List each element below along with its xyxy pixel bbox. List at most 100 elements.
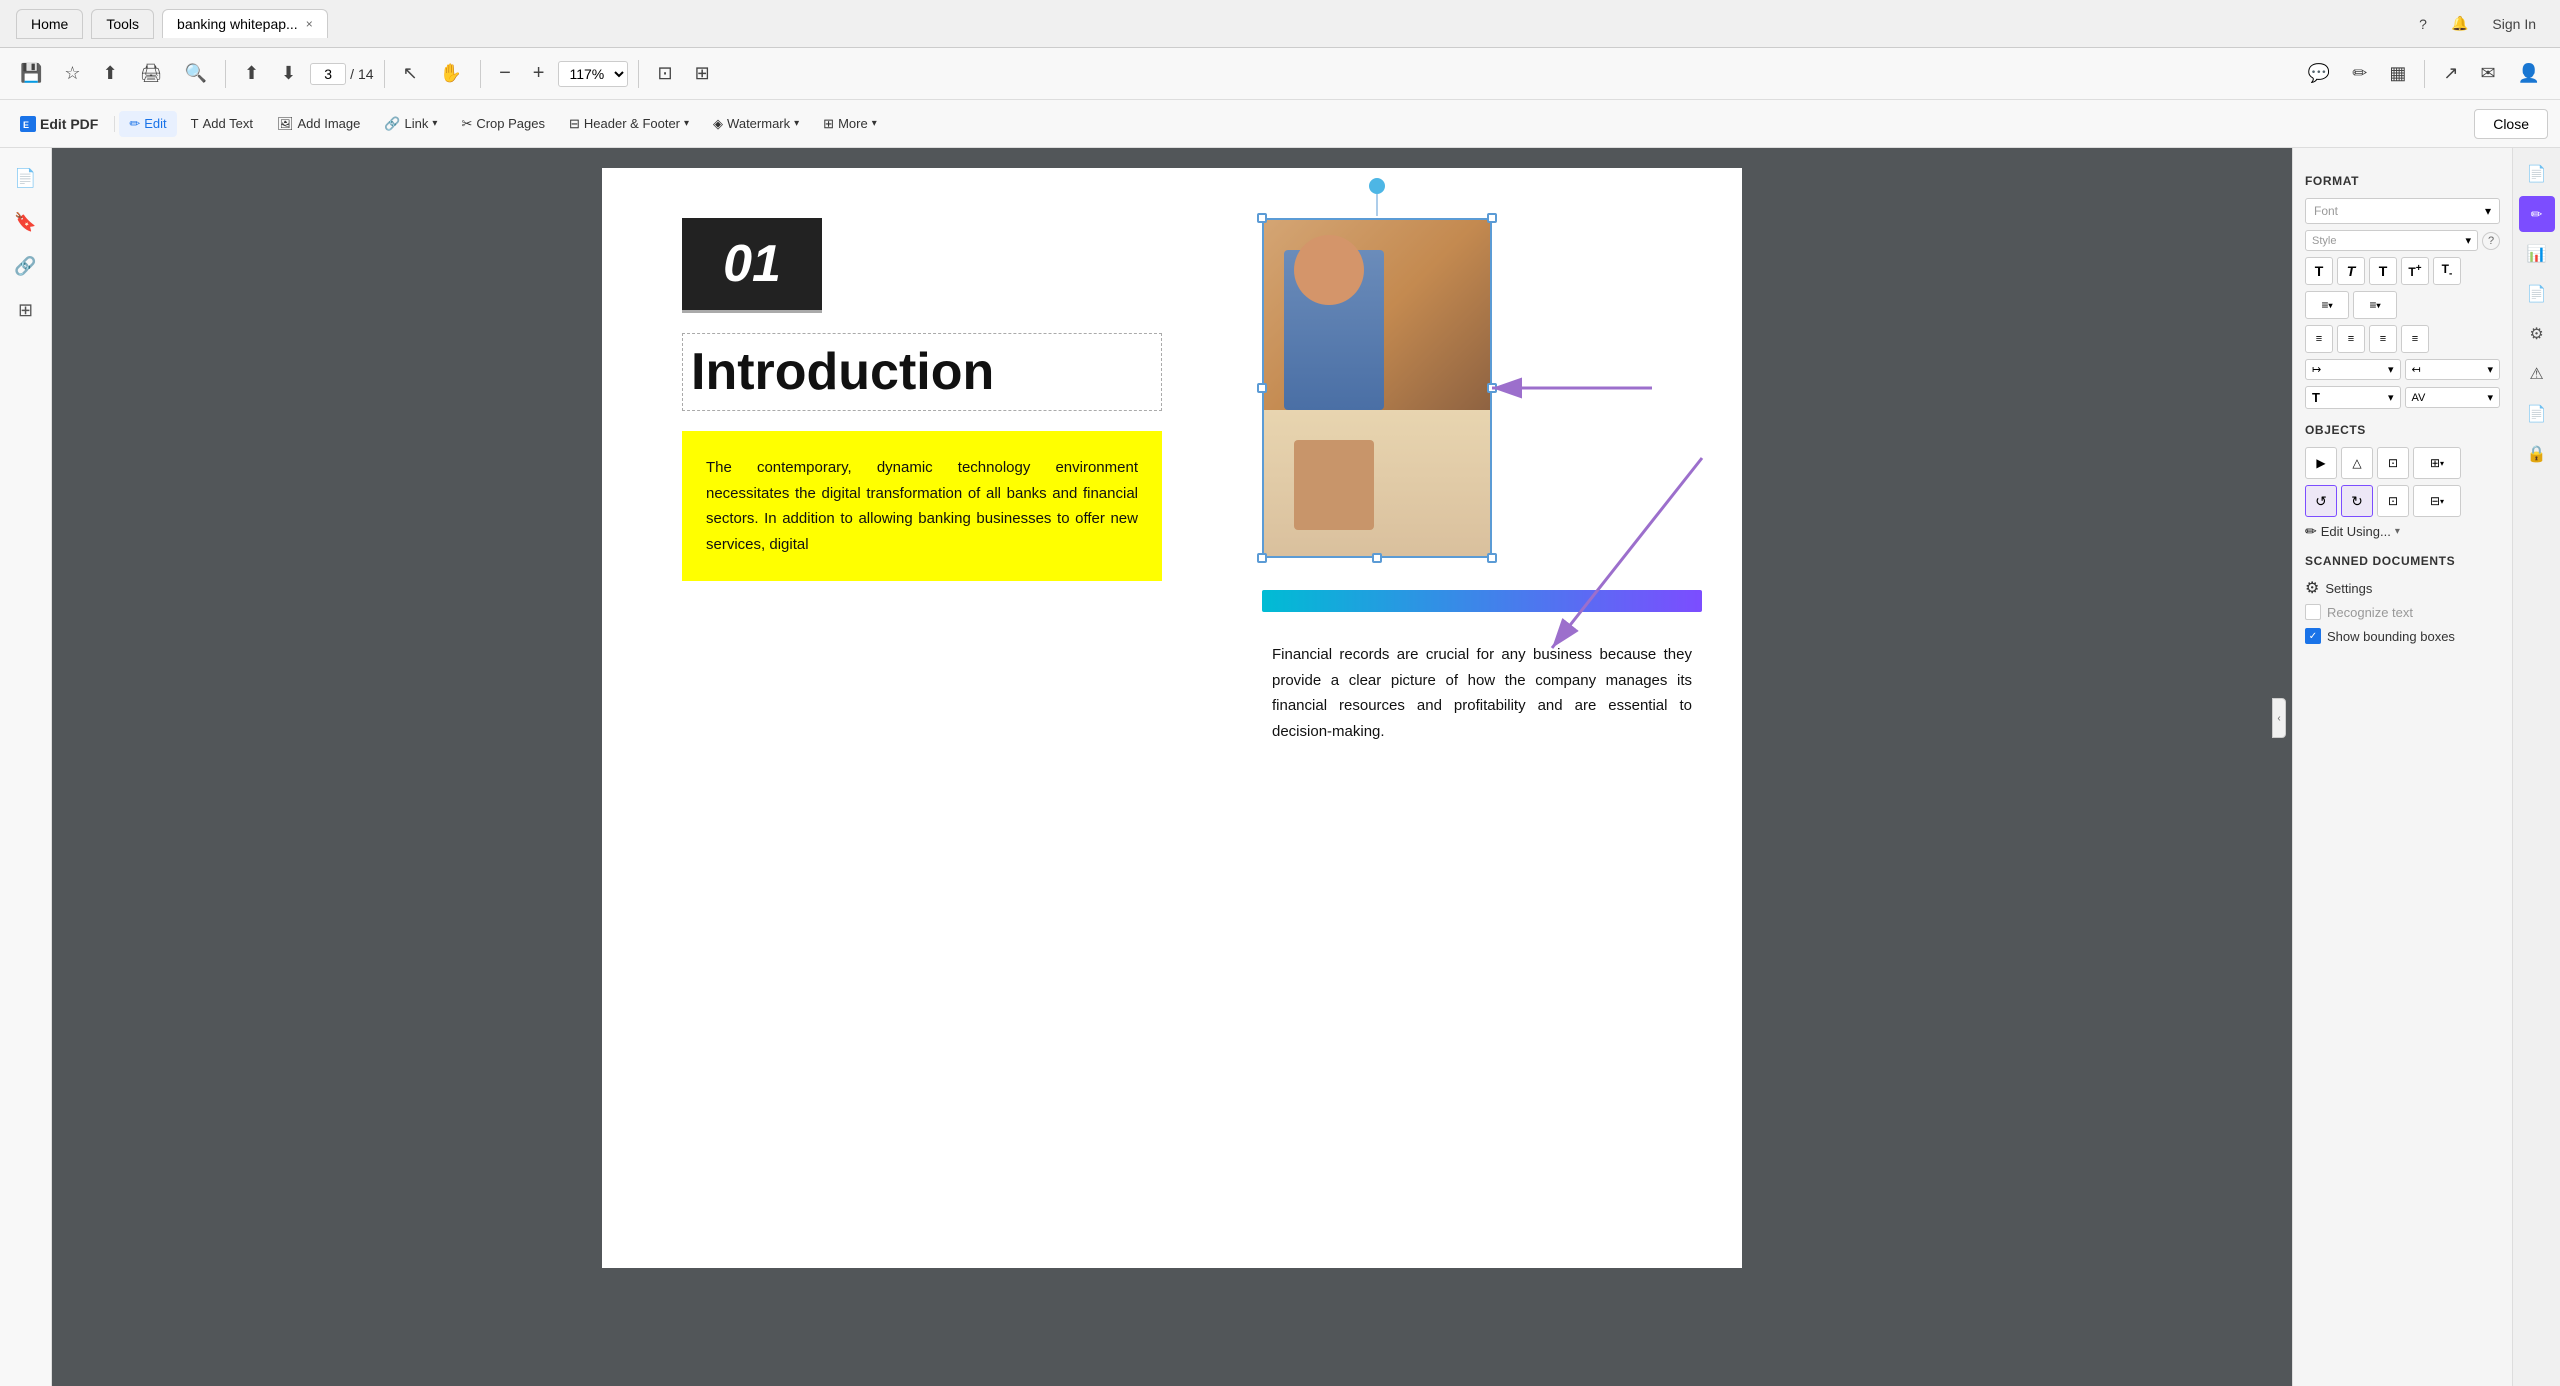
bullet-list-btn[interactable]: ≡ ▾ [2305,291,2349,319]
recognize-checkbox[interactable] [2305,604,2321,620]
introduction-heading[interactable]: Introduction [682,333,1162,411]
obj-crop-btn[interactable]: ⊡ [2377,447,2409,479]
obj-play-btn[interactable]: ▶ [2305,447,2337,479]
hand-tool-button[interactable]: ✋ [432,58,470,89]
selected-image[interactable] [1262,218,1492,558]
settings-row[interactable]: ⚙ Settings [2305,578,2500,598]
sidebar-icon-pages[interactable]: 📄 [8,160,44,196]
select-icon: ⊡ [657,63,672,83]
indent-arrow: ▾ [2388,363,2394,376]
style-dropdown[interactable]: Style ▾ [2305,230,2478,251]
obj-undo-btn[interactable]: ↺ [2305,485,2337,517]
obj-triangle-btn[interactable]: △ [2341,447,2373,479]
watermark-button[interactable]: ◈ Watermark ▾ [703,111,809,137]
text-style-btn-3[interactable]: T [2369,257,2397,285]
char-spacing-dropdown[interactable]: AV ▾ [2405,387,2501,408]
handle-bottom-left[interactable] [1257,553,1267,563]
far-right-icon-6[interactable]: ⚠ [2519,356,2555,392]
far-right-icon-2[interactable]: ✏ [2519,196,2555,232]
far-right-icon-3[interactable]: 📊 [2519,236,2555,272]
play-icon: ▶ [2316,456,2325,470]
spacing-dropdown[interactable]: ↤ ▾ [2405,359,2501,380]
signin-button[interactable]: Sign In [2484,12,2544,36]
prev-page-button[interactable]: ⬆ [236,58,267,89]
collapse-panel-handle[interactable]: ‹ [2272,698,2286,738]
far-right-icon-5[interactable]: ⚙ [2519,316,2555,352]
tab-tools[interactable]: Tools [91,9,154,39]
zoom-select[interactable]: 117% 100% 75% 150% 200% [558,61,628,87]
numbered-list-btn[interactable]: ≡ ▾ [2353,291,2397,319]
align-justify-btn[interactable]: ≡ [2401,325,2429,353]
more-button[interactable]: ⊞ More ▾ [813,111,887,137]
bookmark-button[interactable]: ☆ [56,58,88,89]
notification-button[interactable]: 🔔 [2443,11,2476,36]
upload-button[interactable]: ⬆ [95,58,126,89]
close-tab-icon[interactable]: × [306,17,313,31]
body-text-left: The contemporary, dynamic technology env… [706,455,1138,557]
share-button[interactable]: ↗ [2435,58,2466,89]
text-style-btn-1[interactable]: T [2305,257,2333,285]
bookmark-icon: ☆ [64,63,80,83]
obj-replace-btn[interactable]: ⊡ [2377,485,2409,517]
select-tool-button[interactable]: ⊡ [649,58,680,89]
text-style-btn-5[interactable]: T- [2433,257,2461,285]
close-button[interactable]: Close [2474,109,2548,139]
obj-align-btn[interactable]: ⊞ ▾ [2413,447,2461,479]
add-text-button[interactable]: T Add Text [181,111,263,136]
help-icon-format[interactable]: ? [2482,232,2500,250]
protect-icon: 📄 [2527,284,2547,304]
search-button[interactable]: 🔍 [177,58,215,89]
image-selection-container[interactable] [1262,218,1492,558]
font-dropdown[interactable]: Font ▾ [2305,198,2500,224]
sidebar-icon-links[interactable]: 🔗 [8,248,44,284]
far-right-icon-1[interactable]: 📄 [2519,156,2555,192]
show-bb-checkbox[interactable]: ✓ [2305,628,2321,644]
far-right-icon-4[interactable]: 📄 [2519,276,2555,312]
zoom-out-button[interactable]: − [491,57,519,90]
align-center-btn[interactable]: ≡ [2337,325,2365,353]
zoom-in-button[interactable]: + [525,57,553,90]
far-right-icon-7[interactable]: 📄 [2519,396,2555,432]
handle-top-left[interactable] [1257,213,1267,223]
separator5 [2424,60,2425,88]
obj-copy-btn[interactable]: ⊟ ▾ [2413,485,2461,517]
print-button[interactable]: 🖨 [132,58,171,89]
pen-tool-button[interactable]: ✏ [2344,58,2375,89]
handle-bottom-right[interactable] [1487,553,1497,563]
obj-redo-btn[interactable]: ↻ [2341,485,2373,517]
handle-bottom-mid[interactable] [1372,553,1382,563]
sidebar-icon-bookmarks[interactable]: 🔖 [8,204,44,240]
sidebar-icon-layers[interactable]: ⊞ [8,292,44,328]
far-right-icon-8[interactable]: 🔒 [2519,436,2555,472]
tab-active[interactable]: banking whitepap... × [162,9,328,38]
align-left-btn[interactable]: ≡ [2305,325,2333,353]
header-footer-button[interactable]: ⊟ Header & Footer ▾ [559,111,699,137]
rotation-handle[interactable] [1369,178,1385,194]
handle-mid-left[interactable] [1257,383,1267,393]
add-image-button[interactable]: 🖼 Add Image [267,111,370,137]
text-style-btn-2[interactable]: T [2337,257,2365,285]
crop-pages-button[interactable]: ✂ Crop Pages [451,111,555,137]
comment-tool-button[interactable]: 💬 [2300,58,2338,89]
content-tool-button[interactable]: ⊞ [687,58,718,89]
save-button[interactable]: 💾 [12,58,50,89]
highlight-tool-button[interactable]: ▦ [2381,58,2414,89]
text-color-dropdown[interactable]: T ▾ [2305,386,2401,409]
edit-button[interactable]: ✏ Edit [119,111,176,137]
handle-mid-right[interactable] [1487,383,1497,393]
indent-dropdown[interactable]: ↦ ▾ [2305,359,2401,380]
cursor-tool-button[interactable]: ↖ [395,58,426,89]
help-button[interactable]: ? [2411,12,2435,36]
browser-tab-bar: Home Tools banking whitepap... × ? 🔔 Sig… [0,0,2560,48]
page-number-input[interactable] [310,63,346,85]
handle-top-right[interactable] [1487,213,1497,223]
user-button[interactable]: 👤 [2510,58,2548,89]
link-button[interactable]: 🔗 Link ▾ [374,111,447,137]
tab-home[interactable]: Home [16,9,83,39]
align-right-btn[interactable]: ≡ [2369,325,2397,353]
align-left-icon: ≡ [2316,333,2322,345]
next-page-button[interactable]: ⬇ [273,58,304,89]
mail-button[interactable]: ✉ [2472,58,2503,89]
text-style-btn-4[interactable]: T+ [2401,257,2429,285]
style-arrow: ▾ [2465,234,2471,247]
